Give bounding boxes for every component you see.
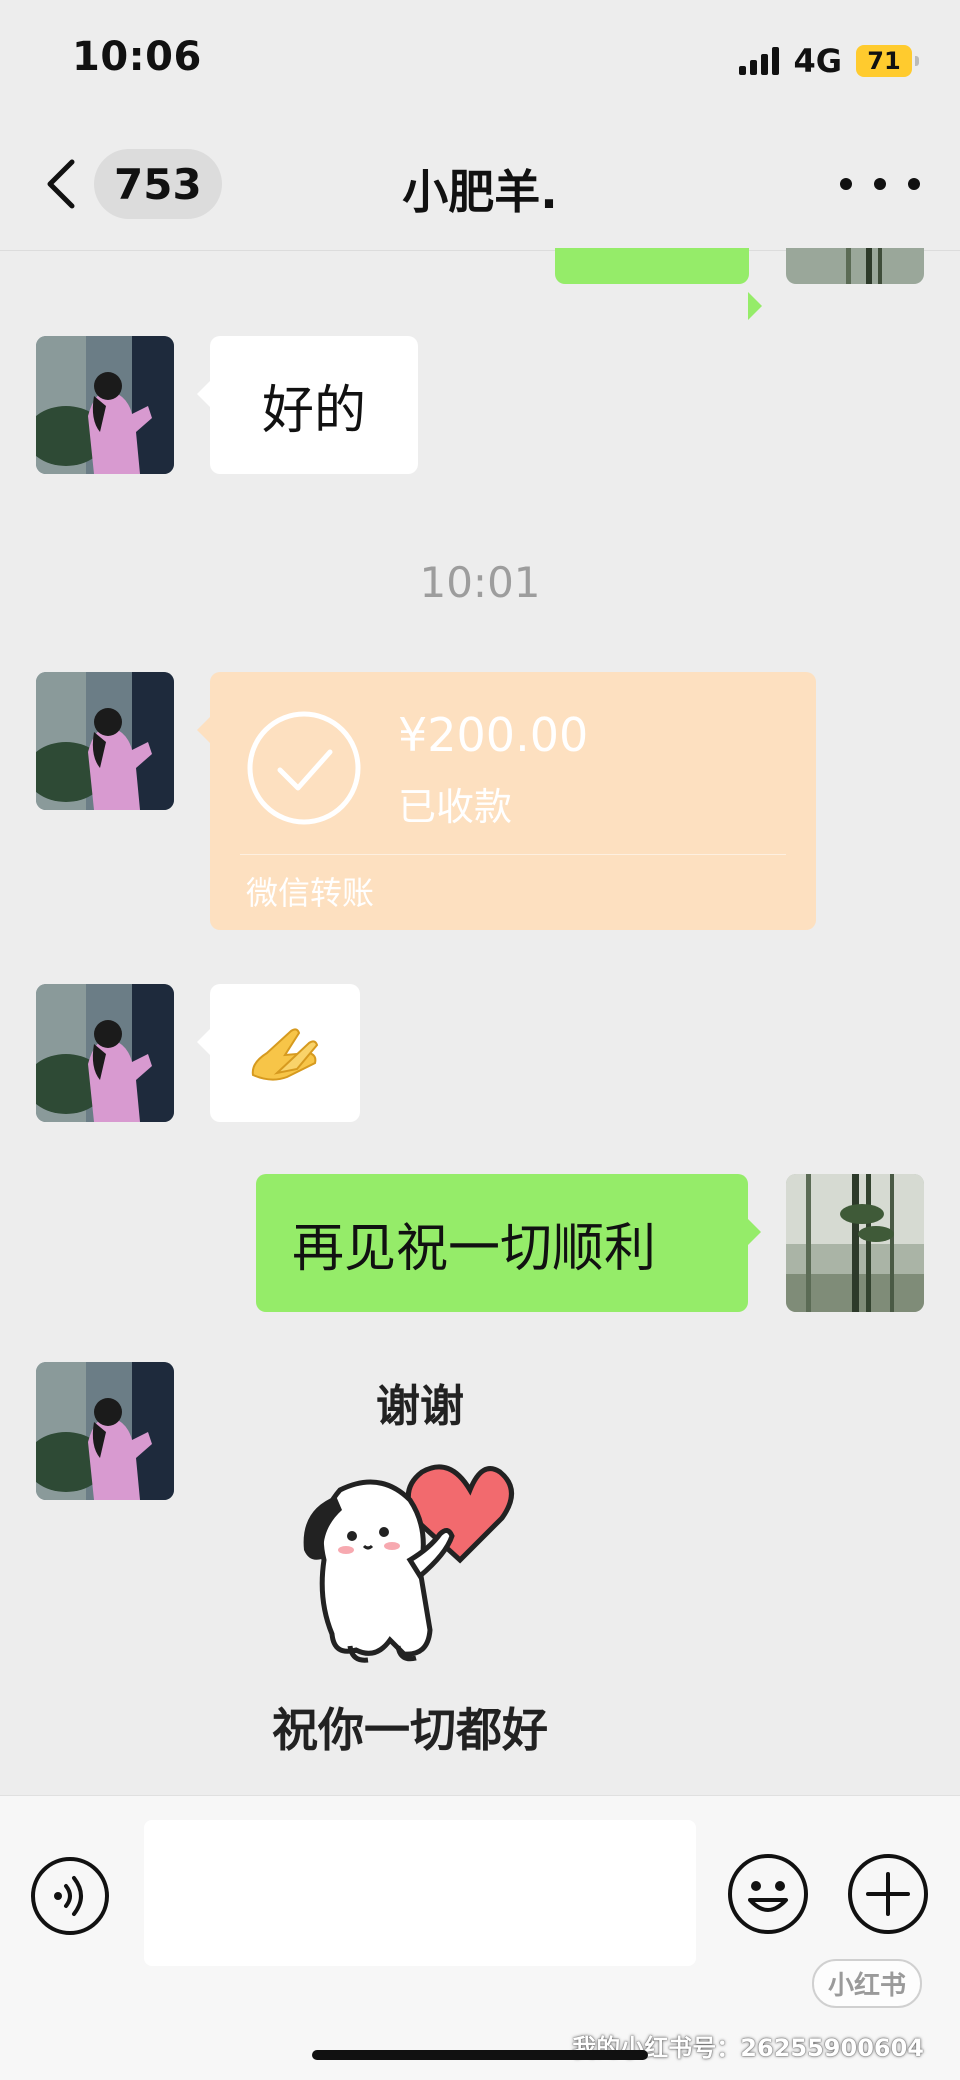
message-bubble-incoming[interactable]: 好的	[197, 336, 418, 474]
network-label: 4G	[793, 42, 842, 80]
folded-hands-emoji-icon	[251, 1028, 319, 1081]
smiley-icon[interactable]	[726, 1852, 810, 1936]
battery-level: 71	[867, 47, 901, 75]
message-bubble-outgoing-partial[interactable]	[555, 248, 762, 320]
chevron-left-icon	[47, 159, 75, 209]
my-avatar[interactable]	[786, 1174, 924, 1312]
message-bubble-incoming[interactable]	[197, 984, 360, 1122]
battery-icon: 71	[856, 45, 919, 77]
message-text: 好的	[261, 380, 366, 441]
unread-count-badge: 753	[94, 149, 222, 219]
transfer-status: 已收款	[398, 785, 513, 829]
contact-avatar[interactable]	[36, 336, 174, 474]
my-avatar[interactable]	[786, 248, 924, 284]
message-bubble-outgoing[interactable]: 再见祝一切顺利	[256, 1174, 761, 1312]
home-indicator[interactable]	[312, 2050, 648, 2060]
more-horizontal-icon	[840, 178, 852, 190]
message-input[interactable]	[144, 1820, 696, 1966]
puppy-heart-sticker-icon	[303, 1464, 514, 1663]
transfer-divider	[240, 854, 786, 855]
status-bar: 10:06 4G 71	[0, 0, 960, 120]
sticker-caption-top: 谢谢	[376, 1381, 464, 1432]
plus-circle-icon[interactable]	[846, 1852, 930, 1936]
chat-header: 753 小肥羊.	[0, 120, 960, 251]
status-indicators: 4G 71	[739, 42, 919, 80]
contact-avatar[interactable]	[36, 1362, 174, 1500]
sticker-message[interactable]: 谢谢 祝你一切都好	[220, 1360, 600, 1760]
input-bar: 小红书 我的小红书号：26255900604	[0, 1795, 960, 2080]
watermark-badge: 小红书	[812, 1959, 923, 2008]
contact-avatar[interactable]	[36, 984, 174, 1122]
message-text: 再见祝一切顺利	[292, 1218, 657, 1279]
transfer-card[interactable]: ¥200.00 已收款 微信转账	[197, 672, 816, 930]
signal-icon	[739, 47, 780, 75]
voice-icon[interactable]	[30, 1856, 110, 1936]
status-time: 10:06	[72, 34, 202, 80]
chat-title: 小肥羊.	[402, 165, 558, 219]
message-timestamp: 10:01	[419, 558, 541, 607]
more-button[interactable]	[840, 164, 920, 204]
back-button[interactable]: 753	[40, 146, 222, 222]
check-circle-icon	[247, 711, 361, 825]
transfer-footer-label: 微信转账	[246, 874, 375, 912]
transfer-amount: ¥200.00	[398, 708, 589, 762]
sticker-caption-bottom: 祝你一切都好	[272, 1703, 548, 1757]
contact-avatar[interactable]	[36, 672, 174, 810]
